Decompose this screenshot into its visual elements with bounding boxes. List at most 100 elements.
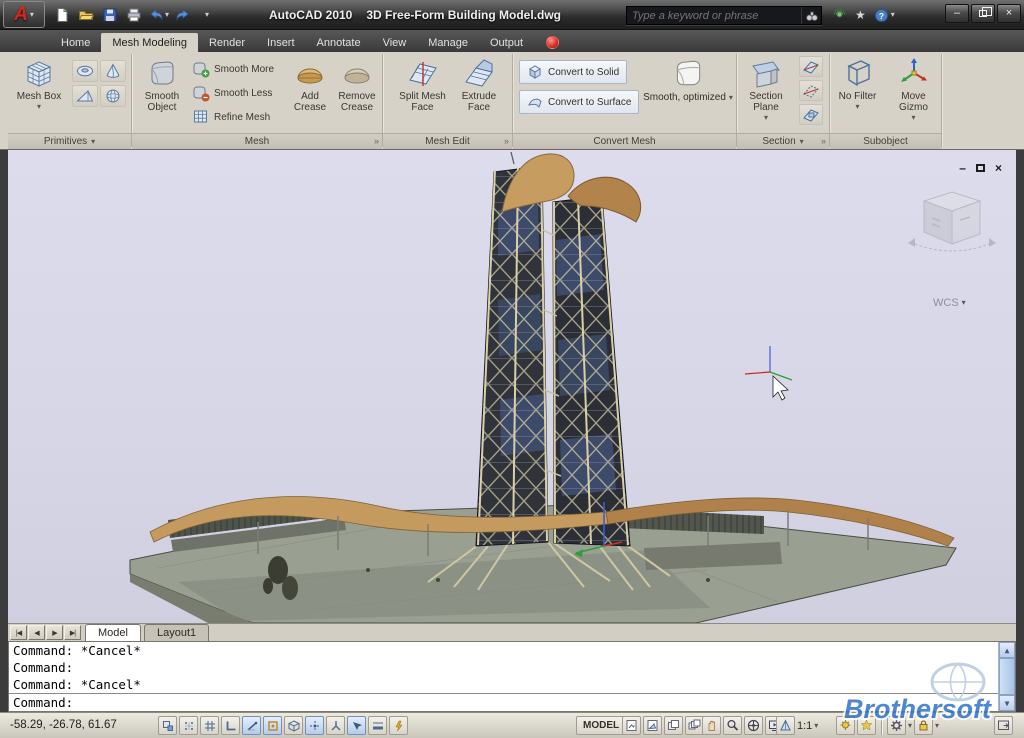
application-menu-button[interactable]: A ▾ (3, 1, 45, 28)
tab-view[interactable]: View (372, 33, 418, 52)
split-mesh-face-button[interactable]: Split Mesh Face (395, 54, 450, 113)
quick-view-layouts-button[interactable] (664, 716, 683, 735)
command-scrollbar[interactable]: ▲ ▼ (998, 642, 1015, 711)
panel-footer-section[interactable]: Section▾» (737, 133, 829, 149)
dynamic-input-toggle[interactable] (347, 716, 366, 735)
new-button[interactable] (52, 5, 72, 25)
section-plane-button[interactable]: Section Plane ▾ (739, 54, 793, 122)
mesh-torus-button[interactable] (72, 60, 98, 82)
quick-properties-toggle[interactable] (389, 716, 408, 735)
convert-to-surface-button[interactable]: Convert to Surface (519, 90, 639, 114)
annotation-visibility-button[interactable] (836, 716, 855, 735)
panel-footer-subobject[interactable]: Subobject (830, 133, 941, 149)
communication-center-button[interactable] (832, 6, 847, 24)
pan-button[interactable] (702, 716, 721, 735)
redo-button[interactable] (173, 5, 193, 25)
zoom-button[interactable] (723, 716, 742, 735)
section-volume-button[interactable] (799, 104, 823, 125)
favorites-star-icon[interactable]: ★ (855, 9, 866, 21)
snap-mode-toggle[interactable] (179, 716, 198, 735)
object-snap-toggle[interactable] (263, 716, 282, 735)
next-tab-button[interactable]: ▶ (46, 625, 63, 640)
panel-footer-mesh[interactable]: Mesh» (132, 133, 382, 149)
3d-object-snap-toggle[interactable] (284, 716, 303, 735)
mesh-wedge-button[interactable] (72, 85, 98, 107)
refine-mesh-button[interactable]: Refine Mesh (192, 108, 270, 126)
add-crease-button[interactable]: Add Crease (288, 54, 332, 113)
panel-expand-icon[interactable]: » (504, 136, 509, 146)
model-space-button[interactable] (622, 716, 641, 735)
smooth-more-button[interactable]: Smooth More (192, 60, 274, 78)
minimize-button[interactable]: – (945, 4, 969, 23)
plot-button[interactable] (124, 5, 144, 25)
workspace-switching-button[interactable] (887, 716, 906, 735)
tab-home[interactable]: Home (50, 33, 101, 52)
toolbar-lock-button[interactable] (914, 716, 933, 735)
panel-footer-convert-mesh[interactable]: Convert Mesh (513, 133, 736, 149)
tab-annotate[interactable]: Annotate (306, 33, 372, 52)
viewcube[interactable] (908, 192, 996, 251)
mesh-cone-button[interactable] (100, 60, 126, 82)
search-input[interactable] (627, 10, 801, 22)
tab-output[interactable]: Output (479, 33, 534, 52)
undo-button[interactable]: ▾ (148, 5, 169, 25)
scroll-up-button[interactable]: ▲ (999, 642, 1015, 658)
section-boundary-button[interactable] (799, 80, 823, 101)
extrude-face-button[interactable]: Extrude Face (453, 54, 505, 113)
tab-mesh-modeling[interactable]: Mesh Modeling (101, 33, 198, 52)
infer-constraints-toggle[interactable] (158, 716, 177, 735)
panel-footer-primitives[interactable]: Primitives▾ (8, 133, 131, 149)
object-snap-tracking-toggle[interactable] (305, 716, 324, 735)
panel-expand-icon[interactable]: » (374, 136, 379, 146)
panel-footer-mesh-edit[interactable]: Mesh Edit» (383, 133, 512, 149)
command-prompt[interactable]: Command: (9, 693, 998, 711)
tab-render[interactable]: Render (198, 33, 256, 52)
save-button[interactable] (100, 5, 120, 25)
no-filter-button[interactable]: No Filter ▾ (830, 54, 885, 111)
remove-crease-button[interactable]: Remove Crease (333, 54, 381, 113)
tab-layout1[interactable]: Layout1 (144, 624, 209, 641)
coordinate-display[interactable]: -58.29, -26.78, 61.67 (10, 719, 117, 731)
scrollbar-thumb[interactable] (999, 658, 1015, 695)
smooth-optimized-button[interactable]: Smooth, optimized▾ (641, 56, 735, 103)
viewport-restore-button[interactable] (976, 164, 985, 172)
layout-space-button[interactable] (643, 716, 662, 735)
steering-wheel-button[interactable] (744, 716, 763, 735)
previous-tab-button[interactable]: ◀ (28, 625, 45, 640)
clean-screen-button[interactable] (994, 716, 1013, 735)
model-paper-toggle[interactable]: MODEL (576, 716, 626, 735)
red-sphere-icon[interactable] (546, 36, 559, 49)
command-window[interactable]: Command: *Cancel* Command: Command: *Can… (8, 641, 1016, 712)
grid-display-toggle[interactable] (200, 716, 219, 735)
auto-annotation-button[interactable] (857, 716, 876, 735)
ortho-mode-toggle[interactable] (221, 716, 240, 735)
viewport-close-button[interactable]: × (995, 162, 1002, 174)
panel-expand-icon[interactable]: » (821, 136, 826, 146)
move-gizmo-button[interactable]: Move Gizmo ▾ (886, 54, 941, 122)
dynamic-ucs-toggle[interactable] (326, 716, 345, 735)
search-button[interactable] (801, 7, 821, 24)
open-button[interactable] (76, 5, 96, 25)
tab-insert[interactable]: Insert (256, 33, 306, 52)
wcs-indicator[interactable]: WCS ▾ (933, 297, 966, 309)
close-button[interactable]: × (997, 4, 1021, 23)
drawing-canvas[interactable]: – × WCS ▾ (8, 150, 1016, 623)
mesh-sphere-button[interactable] (100, 85, 126, 107)
help-button[interactable]: ?▾ (874, 8, 895, 23)
status-tray-caret-icon[interactable]: ▾ (935, 722, 939, 730)
first-tab-button[interactable]: |◀ (10, 625, 27, 640)
annotation-scale-button[interactable] (776, 716, 795, 735)
viewport-minimize-button[interactable]: – (959, 162, 966, 174)
restore-button[interactable] (971, 4, 995, 23)
section-live-button[interactable] (799, 56, 823, 77)
scroll-down-button[interactable]: ▼ (999, 695, 1015, 711)
last-tab-button[interactable]: ▶| (64, 625, 81, 640)
smooth-object-button[interactable]: Smooth Object (136, 54, 188, 113)
tab-manage[interactable]: Manage (417, 33, 479, 52)
smooth-less-button[interactable]: Smooth Less (192, 84, 272, 102)
tab-model[interactable]: Model (85, 624, 141, 641)
polar-tracking-toggle[interactable] (242, 716, 261, 735)
mesh-box-button[interactable]: Mesh Box ▾ (13, 54, 65, 111)
annotation-scale-value[interactable]: 1:1 (797, 720, 812, 732)
convert-to-solid-button[interactable]: Convert to Solid (519, 60, 627, 84)
